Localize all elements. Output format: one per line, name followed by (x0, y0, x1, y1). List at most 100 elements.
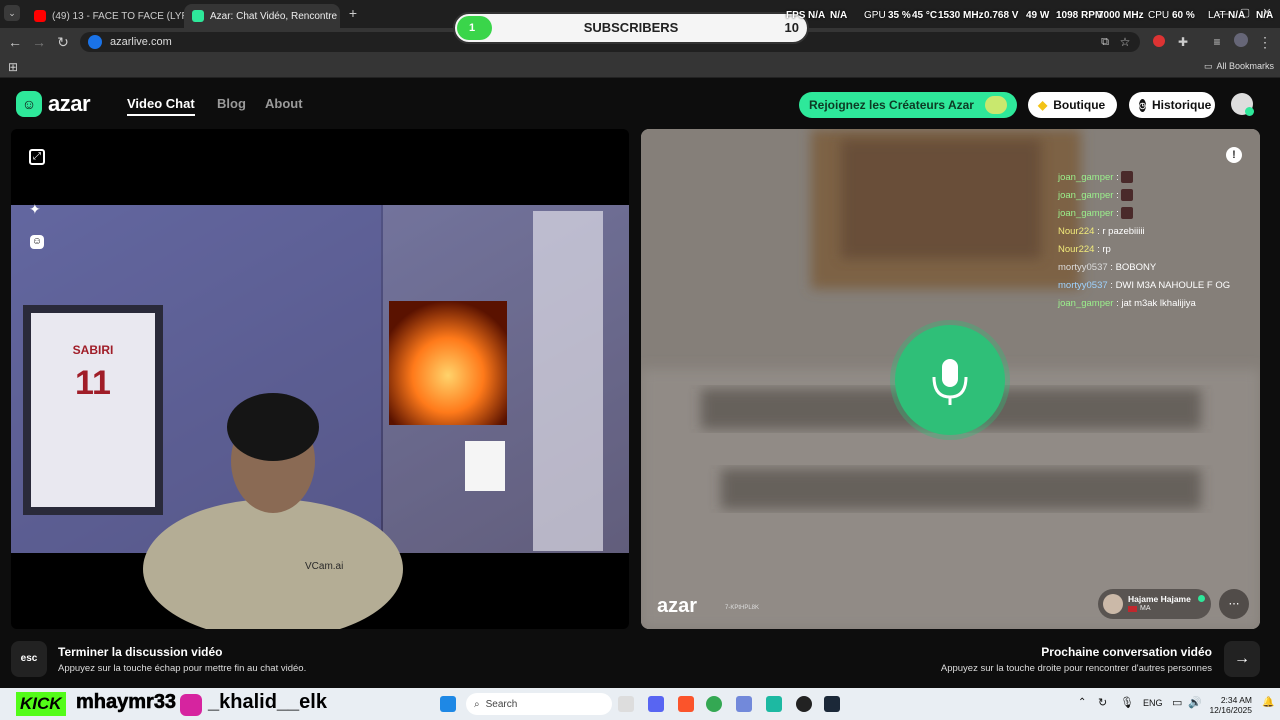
chat-username: mortyy0537 (1058, 280, 1108, 291)
back-icon[interactable]: ← (6, 33, 24, 51)
emote-icon (1121, 189, 1134, 202)
fps-value-2: N/A (830, 10, 848, 21)
new-tab-button[interactable]: + (344, 4, 362, 22)
menu-icon[interactable]: ⋮ (1256, 33, 1274, 51)
bookmark-star-icon[interactable]: ☆ (1116, 33, 1134, 51)
join-creators-button[interactable]: Rejoignez les Créateurs Azar (799, 92, 1017, 118)
clock-icon: ◷ (1139, 98, 1146, 112)
next-chat-hint: Prochaine conversation vidéo Appuyez sur… (900, 641, 1260, 681)
discord-app-icon[interactable] (736, 696, 752, 712)
chat-username: Nour224 (1058, 226, 1095, 237)
chat-text: jat m3ak lkhalijiya (1121, 298, 1196, 309)
microphone-button[interactable] (895, 325, 1005, 435)
lat-value: N/A (1228, 10, 1246, 21)
chat-message: joan_gamper : (1058, 169, 1230, 187)
youtube-icon (34, 10, 46, 22)
chat-message: Nour224 : rp (1058, 241, 1230, 259)
partner-name: Hajame Hajame (1128, 594, 1191, 604)
azar-site: ☺ azar Video Chat Blog About Rejoignez l… (0, 78, 1280, 688)
chat-username: joan_gamper (1058, 190, 1114, 201)
extension-icon[interactable] (1150, 33, 1168, 51)
chat-message: joan_gamper : jat m3ak lkhalijiya (1058, 295, 1230, 313)
steam-icon[interactable] (824, 696, 840, 712)
person-beanie (227, 393, 319, 461)
task-view-icon[interactable] (618, 696, 634, 712)
install-icon[interactable]: ⧉ (1096, 33, 1114, 51)
end-chat-subtitle: Appuyez sur la touche échap pour mettre … (58, 663, 307, 674)
lat-label: LAT (1208, 10, 1226, 21)
esc-key-button[interactable]: esc (11, 641, 47, 677)
chat-separator: : (1097, 244, 1100, 255)
chat-message: joan_gamper : (1058, 205, 1230, 223)
windows-start-icon[interactable] (440, 696, 456, 712)
chat-text: DWI M3A NAHOULE F OG (1115, 280, 1231, 291)
sparkle-effects-icon[interactable]: ✦ (29, 201, 41, 218)
discord-icon[interactable] (648, 696, 664, 712)
taskbar-search[interactable]: ⌕ Search (466, 693, 612, 715)
search-icon: ⌕ (474, 698, 480, 710)
nav-about[interactable]: About (265, 96, 303, 111)
profile-avatar[interactable] (1232, 33, 1250, 51)
next-chat-title: Prochaine conversation vidéo (1041, 645, 1212, 659)
shop-label: Boutique (1053, 98, 1106, 112)
obs-icon[interactable] (796, 696, 812, 712)
volume-icon[interactable]: 🔊 (1188, 696, 1202, 709)
reading-list-icon[interactable]: ≡ (1208, 33, 1226, 51)
brave-icon[interactable] (678, 696, 694, 712)
language-indicator[interactable]: ENG (1143, 698, 1163, 708)
user-avatar[interactable] (1231, 93, 1254, 116)
chat-message: joan_gamper : (1058, 187, 1230, 205)
chat-text: rp (1102, 244, 1111, 255)
kick-logo: KICK (16, 692, 66, 716)
reload-icon[interactable]: ↻ (54, 33, 72, 51)
gem-icon: ◆ (1038, 98, 1048, 112)
azar-logo[interactable]: ☺ azar (16, 91, 91, 117)
sync-icon[interactable]: ↻ (1098, 696, 1107, 709)
lat-value-2: N/A (1256, 10, 1274, 21)
chat-username: joan_gamper (1058, 172, 1114, 183)
nav-video-chat[interactable]: Video Chat (127, 96, 195, 116)
instagram-handle: _khalid__elk (208, 691, 327, 713)
extensions-puzzle-icon[interactable]: ✚ (1174, 33, 1192, 51)
all-bookmarks-button[interactable]: ▭ All Bookmarks (1204, 61, 1274, 72)
chat-separator: : (1110, 280, 1113, 291)
cpu-label: CPU (1148, 10, 1170, 21)
shop-button[interactable]: ◆ Boutique (1028, 92, 1117, 118)
partner-info[interactable]: Hajame Hajame MA (1098, 589, 1211, 619)
next-arrow-button[interactable]: → (1224, 641, 1260, 677)
tray-chevron-icon[interactable]: ⌃ (1078, 697, 1086, 708)
app-icon[interactable] (766, 696, 782, 712)
kick-handle: mhaymr33 (76, 691, 177, 714)
nav-blog[interactable]: Blog (217, 96, 246, 111)
apps-grid-icon[interactable]: ⊞ (4, 58, 22, 76)
chat-text: r pazebiiiii (1102, 226, 1145, 237)
report-icon[interactable]: ! (1226, 147, 1242, 163)
tab-search-button[interactable]: ⌄ (4, 5, 20, 21)
chat-username: joan_gamper (1058, 208, 1114, 219)
face-filter-icon[interactable]: ☺ (30, 235, 44, 249)
chat-text: BOBONY (1115, 262, 1157, 273)
chat-bubble-button[interactable]: ⋯ (1219, 589, 1249, 619)
clock[interactable]: 2:34 AM 12/16/2025 (1204, 695, 1252, 715)
history-button[interactable]: ◷ Historique (1129, 92, 1215, 118)
chat-message: mortyy0537 : BOBONY (1058, 259, 1230, 277)
tab-youtube[interactable]: (49) 13 - FACE TO FACE (LYRIC V ✕ (26, 4, 184, 28)
subscriber-goal-overlay: 1 SUBSCRIBERS 10 (453, 12, 809, 44)
site-info-icon[interactable] (88, 35, 102, 49)
online-badge (1245, 107, 1254, 116)
network-icon[interactable]: ▭ (1172, 696, 1182, 709)
tab-azar[interactable]: Azar: Chat Vidéo, Rencontre ◉ ✕ (184, 4, 340, 28)
jersey-name: SABIRI (73, 343, 114, 357)
forward-icon[interactable]: → (30, 33, 48, 51)
chrome-icon[interactable] (706, 696, 722, 712)
remote-video-panel: ! joan_gamper : joan_gamper : joan_gampe… (641, 129, 1260, 629)
expand-icon[interactable]: ⤢ (29, 149, 45, 165)
instagram-icon (180, 694, 202, 716)
picture-frame (465, 441, 505, 491)
hardware-monitor-overlay: FPS N/A N/A GPU 35 % 45 °C 1530 MHz 0.76… (780, 10, 1280, 26)
end-chat-title: Terminer la discussion vidéo (58, 645, 223, 659)
gpu-label: GPU (864, 10, 886, 21)
url-text: azarlive.com (110, 36, 172, 48)
notification-icon[interactable]: 🔔 (1262, 697, 1274, 708)
mic-tray-icon[interactable]: 🎙 (1120, 696, 1134, 709)
